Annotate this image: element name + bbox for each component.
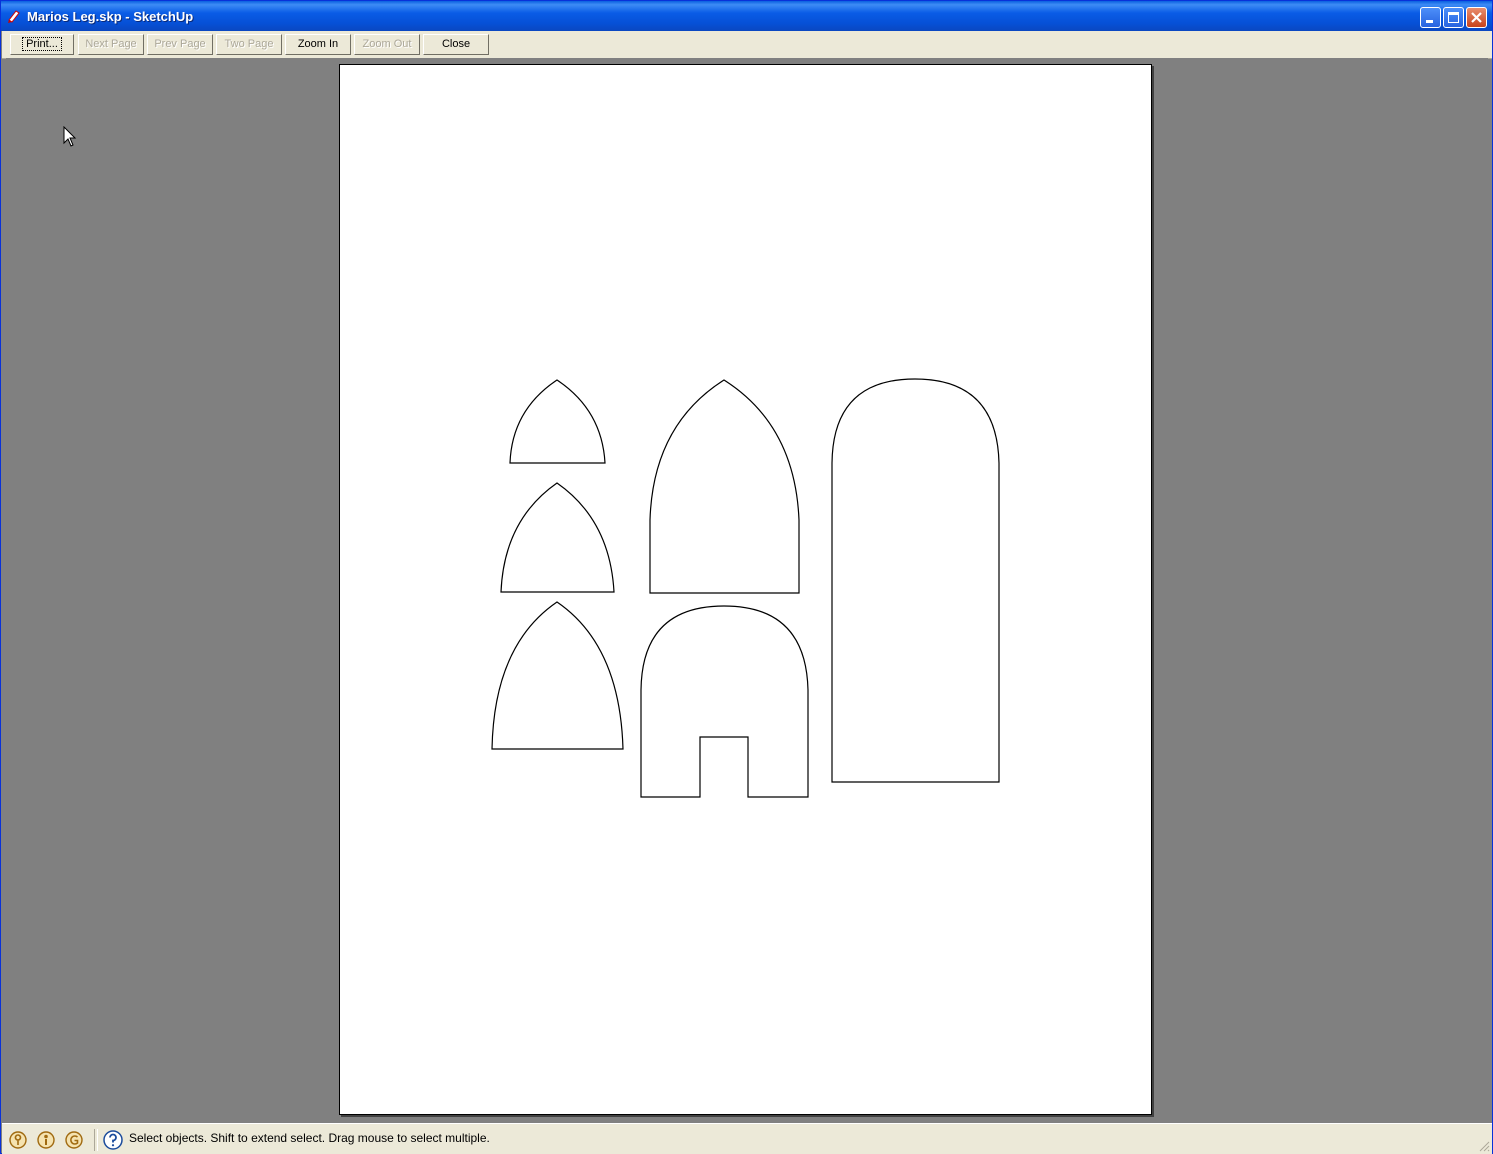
geo-location-icon[interactable]	[9, 1131, 27, 1149]
notched-arch-shape	[640, 605, 809, 798]
page-drawing	[491, 378, 1000, 798]
status-message: Select objects. Shift to extend select. …	[129, 1131, 490, 1145]
large-pointed-arch-shape	[491, 601, 624, 750]
two-page-button[interactable]: Two Page	[216, 34, 282, 55]
window-title: Marios Leg.skp - SketchUp	[27, 9, 194, 24]
app-window: Marios Leg.skp - SketchUp Print... Next …	[0, 0, 1493, 1154]
zoom-out-button[interactable]: Zoom Out	[354, 34, 420, 55]
title-bar[interactable]: Marios Leg.skp - SketchUp	[1, 1, 1492, 31]
user-account-icon[interactable]	[65, 1131, 83, 1149]
print-button-label: Print...	[22, 37, 62, 51]
next-page-button[interactable]: Next Page	[78, 34, 144, 55]
maximize-button[interactable]	[1443, 7, 1464, 28]
help-icon[interactable]	[103, 1130, 123, 1150]
maximize-icon	[1448, 12, 1459, 23]
print-preview-toolbar: Print... Next Page Prev Page Two Page Zo…	[2, 31, 1492, 59]
minimize-icon	[1426, 20, 1433, 23]
print-button[interactable]: Print...	[10, 34, 74, 55]
medium-arch-shape	[500, 482, 615, 593]
status-separator	[94, 1129, 98, 1151]
close-icon	[1471, 12, 1482, 23]
close-window-button[interactable]	[1466, 7, 1487, 28]
tall-round-arch-shape	[831, 378, 1000, 783]
status-bar: Select objects. Shift to extend select. …	[2, 1123, 1492, 1154]
credits-icon[interactable]	[37, 1131, 55, 1149]
preview-page[interactable]	[339, 64, 1152, 1115]
minimize-button[interactable]	[1420, 7, 1441, 28]
zoom-in-button[interactable]: Zoom In	[285, 34, 351, 55]
mouse-cursor-icon	[63, 126, 77, 147]
resize-grip-icon[interactable]	[1478, 1140, 1490, 1152]
tall-pointed-arch-shape	[649, 379, 800, 594]
small-arch-shape	[509, 379, 606, 464]
close-preview-button[interactable]: Close	[423, 34, 489, 55]
prev-page-button[interactable]: Prev Page	[147, 34, 213, 55]
sketchup-app-icon	[8, 10, 20, 23]
